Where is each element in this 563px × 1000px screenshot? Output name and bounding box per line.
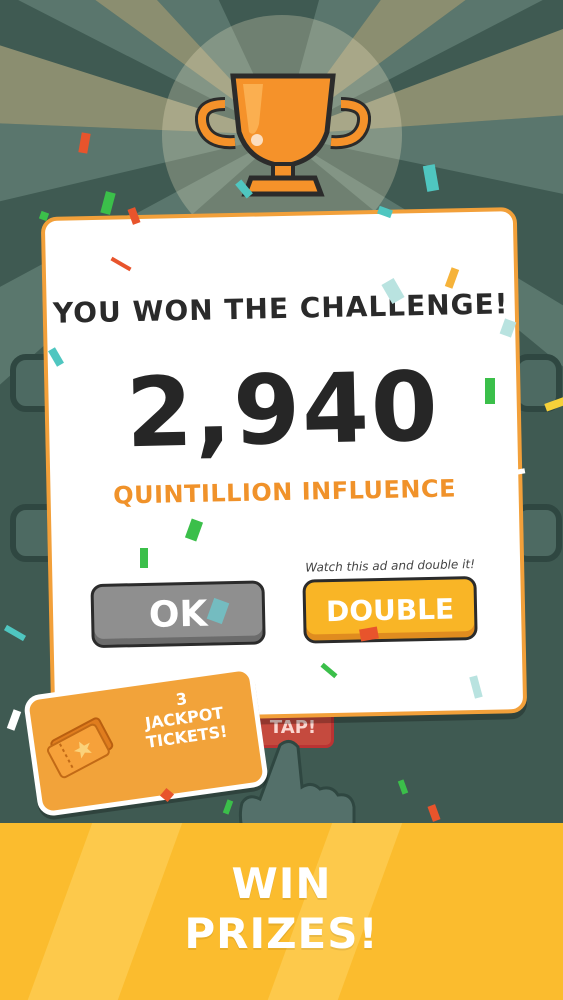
ad-hint-text: Watch this ad and double it! (305, 557, 476, 575)
challenge-result-popup: YOU WON THE CHALLENGE! 2,940 QUINTILLION… (40, 207, 528, 723)
score-value: 2,940 (124, 350, 441, 470)
confetti-piece (140, 548, 148, 568)
promo-banner: WIN PRIZES! (0, 823, 563, 1000)
ok-button[interactable]: OK (90, 580, 266, 649)
promo-banner-text: WIN PRIZES! (0, 859, 563, 959)
game-screen: TAP! YOU WON THE CHALLENGE! 2,940 QUINTI… (0, 0, 563, 1000)
promo-line1: WIN (231, 859, 332, 908)
confetti-piece (485, 378, 495, 404)
popup-headline: YOU WON THE CHALLENGE! (52, 287, 509, 330)
ticket-badge-text: 3 JACKPOT TICKETS! (121, 681, 248, 754)
double-button[interactable]: DOUBLE (302, 575, 478, 644)
ticket-icon (46, 717, 114, 779)
promo-line2: PRIZES! (184, 909, 379, 958)
trophy-icon (195, 73, 371, 197)
score-unit: QUINTILLION INFLUENCE (112, 474, 457, 510)
